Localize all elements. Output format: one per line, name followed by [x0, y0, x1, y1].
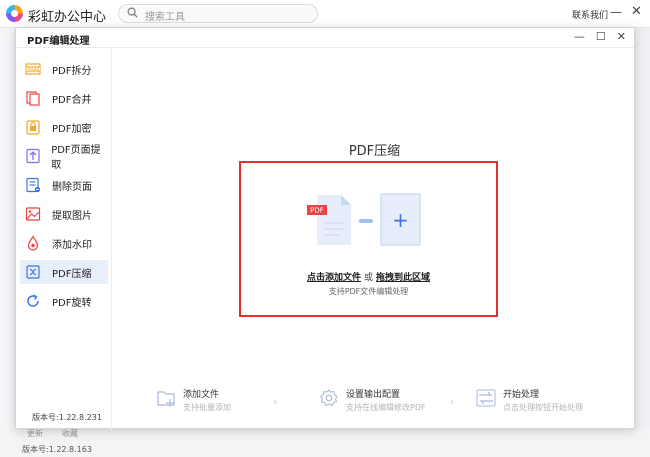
- settings-gear-icon: [318, 387, 340, 412]
- dialog-title: PDF编辑处理: [27, 36, 90, 47]
- sidebar-item-pdf-merge[interactable]: PDF合并: [20, 86, 108, 110]
- add-plus-icon: +: [392, 208, 409, 232]
- step-output-settings: 设置输出配置 支持在线编辑修改PDF: [318, 387, 426, 413]
- dialog-version: 版本号:1.22.8.231: [32, 413, 102, 422]
- page-title: PDF压缩: [348, 144, 401, 159]
- step-subtitle: 点击处理按钮开始处理: [503, 403, 583, 412]
- sidebar-item-delete-page[interactable]: 删除页面: [20, 173, 108, 197]
- main-panel: PDF压缩 PDF + 点击添加文件或拖拽到此区域 支持PDF文件编辑处理 添加…: [113, 48, 636, 430]
- rainbow-logo-icon: [6, 5, 23, 22]
- drop-subtext: 支持PDF文件编辑处理: [328, 287, 409, 296]
- app-title: 彩虹办公中心: [28, 10, 107, 25]
- tool-sidebar: PDF拆分 PDF合并 PDF加密 PDF页面提取 删除页面 提取图片 添加水印…: [16, 48, 112, 430]
- sidebar-item-label: PDF拆分: [52, 65, 92, 77]
- pdf-compress-icon: [24, 263, 42, 281]
- process-steps: 添加文件 支持批量添加 › 设置输出配置 支持在线编辑修改PDF › 开始处理 …: [113, 387, 636, 417]
- click-add-file-link[interactable]: 点击添加文件: [307, 273, 361, 283]
- search-icon: [127, 7, 138, 21]
- search-placeholder: 搜索工具: [145, 12, 185, 23]
- sidebar-item-label: 删除页面: [52, 181, 92, 193]
- sidebar-item-add-watermark[interactable]: 添加水印: [20, 231, 108, 255]
- dialog-minimize-button[interactable]: —: [574, 30, 585, 43]
- add-watermark-icon: [24, 234, 42, 252]
- step-subtitle: 支持在线编辑修改PDF: [346, 403, 426, 412]
- sidebar-item-label: PDF页面提取: [51, 145, 101, 171]
- add-file-icon: [155, 387, 177, 412]
- contact-us-link[interactable]: 联系我们: [572, 8, 608, 21]
- extract-image-icon: [24, 205, 42, 223]
- file-drop-zone[interactable]: PDF + 点击添加文件或拖拽到此区域 支持PDF文件编辑处理: [239, 161, 498, 317]
- sidebar-item-label: PDF压缩: [52, 268, 92, 280]
- app-bottom-area: [0, 428, 650, 457]
- pdf-editor-dialog: PDF编辑处理 — ☐ ✕ PDF拆分 PDF合并 PDF加密 PDF页面提取 …: [15, 27, 636, 430]
- sidebar-item-pdf-extract-page[interactable]: PDF页面提取: [20, 144, 108, 171]
- start-process-icon: [475, 387, 497, 412]
- step-add-file: 添加文件 支持批量添加: [155, 387, 231, 413]
- pdf-merge-icon: [24, 89, 42, 107]
- dialog-maximize-button[interactable]: ☐: [596, 30, 606, 43]
- pdf-encrypt-icon: [24, 118, 42, 136]
- sidebar-item-label: PDF旋转: [52, 297, 92, 309]
- dialog-window-controls: — ☐ ✕: [574, 30, 626, 43]
- app-close-button[interactable]: ✕: [631, 4, 642, 19]
- delete-page-icon: [24, 176, 42, 194]
- step-title: 添加文件: [183, 390, 220, 400]
- sidebar-item-label: PDF加密: [52, 123, 92, 135]
- sidebar-item-label: 添加水印: [52, 239, 92, 251]
- sidebar-item-label: PDF合并: [52, 94, 92, 106]
- step-arrow-icon: ›: [273, 395, 278, 408]
- step-arrow-icon: ›: [450, 395, 455, 408]
- sidebar-item-label: 提取图片: [52, 210, 92, 222]
- sidebar-item-pdf-rotate[interactable]: PDF旋转: [20, 289, 108, 313]
- pdf-extract-page-icon: [24, 147, 41, 165]
- pdf-rotate-icon: [24, 292, 42, 310]
- or-label: 或: [363, 273, 373, 283]
- pdf-upload-illustration: PDF +: [307, 193, 421, 246]
- step-start-process: 开始处理 点击处理按钮开始处理: [475, 387, 583, 413]
- sidebar-item-extract-image[interactable]: 提取图片: [20, 202, 108, 226]
- step-title: 开始处理: [503, 390, 540, 400]
- step-title: 设置输出配置: [346, 390, 401, 400]
- drag-here-link[interactable]: 拖拽到此区域: [376, 273, 430, 283]
- app-sidebar: [0, 28, 14, 457]
- step-subtitle: 支持批量添加: [183, 403, 231, 412]
- pdf-tag-label: PDF: [310, 207, 324, 215]
- sidebar-item-pdf-compress[interactable]: PDF压缩: [20, 260, 108, 284]
- app-version: 版本号:1.22.8.163: [22, 445, 92, 454]
- sidebar-item-pdf-split[interactable]: PDF拆分: [20, 57, 108, 81]
- app-topbar: 彩虹办公中心 搜索工具 联系我们 — ✕: [0, 0, 650, 28]
- search-input[interactable]: 搜索工具: [118, 4, 318, 23]
- pdf-split-icon: [24, 60, 42, 78]
- app-minimize-button[interactable]: —: [610, 5, 622, 19]
- drop-instruction: 点击添加文件或拖拽到此区域: [241, 270, 496, 283]
- sidebar-item-pdf-encrypt[interactable]: PDF加密: [20, 115, 108, 139]
- dialog-close-button[interactable]: ✕: [617, 30, 626, 43]
